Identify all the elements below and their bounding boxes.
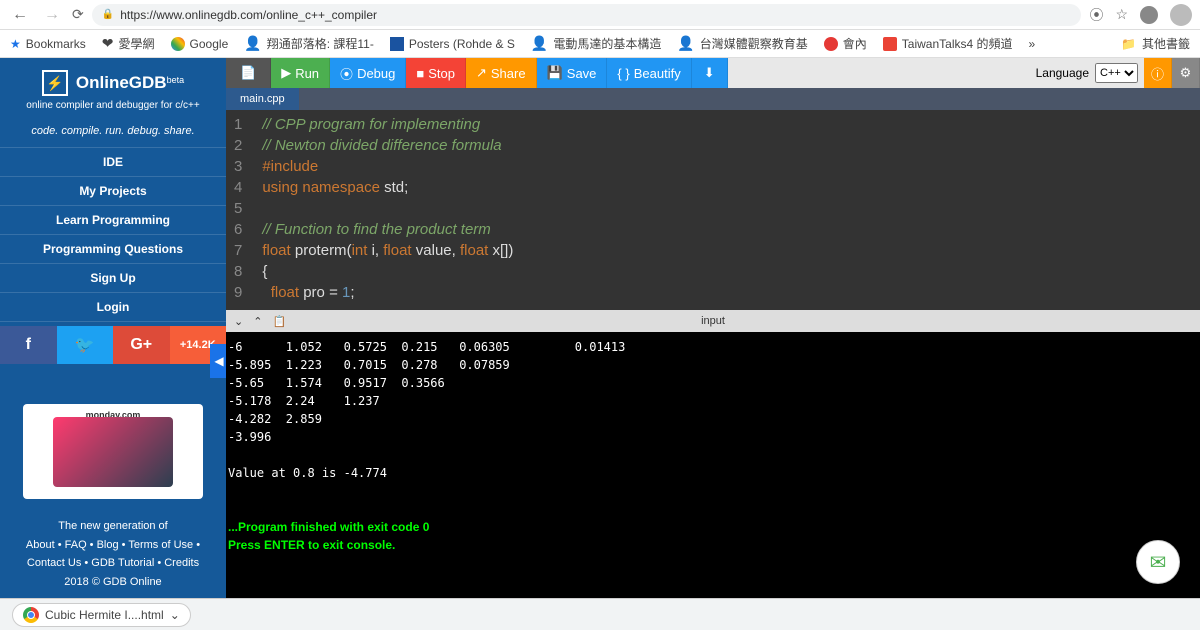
bookmark-item[interactable]: Posters (Rohde & S bbox=[390, 37, 515, 51]
reload-button[interactable]: ⟳ bbox=[72, 6, 84, 23]
lock-icon: 🔒 bbox=[102, 9, 114, 20]
language-selector: Language C++ bbox=[1030, 58, 1144, 88]
logo: ⚡ OnlineGDBbeta online compiler and debu… bbox=[0, 58, 226, 115]
footer-links[interactable]: About • FAQ • Blog • Terms of Use • Cont… bbox=[8, 536, 218, 573]
settings-button[interactable]: ⚙ bbox=[1172, 58, 1200, 88]
bookmarks-label[interactable]: ★Bookmarks bbox=[10, 37, 86, 51]
info-button[interactable]: ⓘ bbox=[1144, 58, 1172, 88]
download-button[interactable]: ⬇ bbox=[692, 58, 728, 88]
ad-image bbox=[53, 417, 173, 487]
nav-learn[interactable]: Learn Programming bbox=[0, 205, 226, 234]
forward-button[interactable]: → bbox=[40, 6, 64, 24]
nav-questions[interactable]: Programming Questions bbox=[0, 234, 226, 263]
bookmark-item[interactable]: 👤電動馬達的基本構造 bbox=[531, 35, 661, 52]
copy-icon[interactable]: 📋 bbox=[272, 315, 286, 328]
bookmark-item[interactable]: TaiwanTalks4 的頻道 bbox=[883, 35, 1013, 52]
chrome-icon bbox=[23, 607, 39, 623]
downloads-bar: Cubic Hermite I....html ⌄ bbox=[0, 598, 1200, 630]
console-header: ⌄ ⌃ 📋 input bbox=[226, 310, 1200, 332]
browser-actions: ⦿ ☆ bbox=[1089, 4, 1192, 26]
code-content[interactable]: // CPP program for implementing // Newto… bbox=[254, 110, 1200, 310]
line-gutter: 123456789 bbox=[226, 110, 254, 310]
bookmarks-bar: ★Bookmarks ❤愛學網 Google 👤翔通部落格: 課程11- Pos… bbox=[0, 30, 1200, 58]
nav-ide[interactable]: IDE bbox=[0, 147, 226, 176]
stop-button[interactable]: ■ Stop bbox=[406, 58, 466, 88]
chat-button[interactable]: ✉ bbox=[1136, 540, 1180, 584]
bookmark-item[interactable]: 👤台灣媒體觀察教育基 bbox=[677, 35, 807, 52]
sidebar-footer: The new generation of About • FAQ • Blog… bbox=[0, 513, 226, 596]
bookmark-item[interactable]: Google bbox=[171, 37, 229, 51]
browser-toolbar: ← → ⟳ 🔒 https://www.onlinegdb.com/online… bbox=[0, 0, 1200, 30]
bolt-icon: ⚡ bbox=[42, 70, 68, 96]
toolbar: 📄 ▶ Run ⦿ Debug ■ Stop ↗ Share 💾 Save { … bbox=[226, 58, 1200, 88]
new-file-button[interactable]: 📄 bbox=[226, 58, 271, 88]
editor-area: 📄 ▶ Run ⦿ Debug ■ Stop ↗ Share 💾 Save { … bbox=[226, 58, 1200, 630]
collapse-console-icon[interactable]: ⌄ bbox=[234, 315, 243, 328]
url-text: https://www.onlinegdb.com/online_c++_com… bbox=[120, 8, 377, 22]
star-icon[interactable]: ☆ bbox=[1115, 6, 1128, 23]
expand-console-icon[interactable]: ⌃ bbox=[253, 315, 262, 328]
copyright: 2018 © GDB Online bbox=[8, 573, 218, 592]
code-editor[interactable]: 123456789 // CPP program for implementin… bbox=[226, 110, 1200, 310]
language-select[interactable]: C++ bbox=[1095, 63, 1138, 83]
console-title: input bbox=[701, 315, 725, 327]
bookmark-item[interactable]: 會內 bbox=[824, 35, 867, 52]
tagline2: code. compile. run. debug. share. bbox=[0, 115, 226, 147]
extension-icon[interactable] bbox=[1140, 6, 1158, 24]
run-button[interactable]: ▶ Run bbox=[271, 58, 330, 88]
googleplus-button[interactable]: G+ bbox=[113, 326, 170, 364]
social-row: f 🐦 G+ + 14.2K bbox=[0, 326, 226, 364]
tab-row: main.cpp bbox=[226, 88, 1200, 110]
sidebar: ⚡ OnlineGDBbeta online compiler and debu… bbox=[0, 58, 226, 630]
translate-icon[interactable]: ⦿ bbox=[1089, 5, 1103, 25]
download-item[interactable]: Cubic Hermite I....html ⌄ bbox=[12, 603, 191, 627]
bookmark-item[interactable]: 👤翔通部落格: 課程11- bbox=[244, 35, 374, 52]
nav-login[interactable]: Login bbox=[0, 292, 226, 322]
tab-main[interactable]: main.cpp bbox=[226, 88, 299, 110]
share-button[interactable]: ↗ Share bbox=[466, 58, 537, 88]
nav-projects[interactable]: My Projects bbox=[0, 176, 226, 205]
profile-avatar[interactable] bbox=[1170, 4, 1192, 26]
facebook-button[interactable]: f bbox=[0, 326, 57, 364]
twitter-button[interactable]: 🐦 bbox=[57, 326, 114, 364]
beautify-button[interactable]: { } Beautify bbox=[607, 58, 691, 88]
back-button[interactable]: ← bbox=[8, 6, 32, 24]
debug-button[interactable]: ⦿ Debug bbox=[330, 58, 406, 88]
nav-signup[interactable]: Sign Up bbox=[0, 263, 226, 292]
console-output[interactable]: -6 1.052 0.5725 0.215 0.06305 0.01413 -5… bbox=[226, 332, 1200, 630]
other-bookmarks[interactable]: 📁其他書籤 bbox=[1121, 35, 1190, 52]
chevron-down-icon: ⌄ bbox=[170, 608, 180, 622]
ad-banner[interactable]: monday.com bbox=[23, 404, 203, 499]
bookmarks-overflow[interactable]: » bbox=[1029, 37, 1036, 51]
bookmark-item[interactable]: ❤愛學網 bbox=[102, 35, 155, 52]
url-bar[interactable]: 🔒 https://www.onlinegdb.com/online_c++_c… bbox=[92, 4, 1082, 26]
save-button[interactable]: 💾 Save bbox=[537, 58, 608, 88]
tagline: online compiler and debugger for c/c++ bbox=[10, 100, 216, 111]
